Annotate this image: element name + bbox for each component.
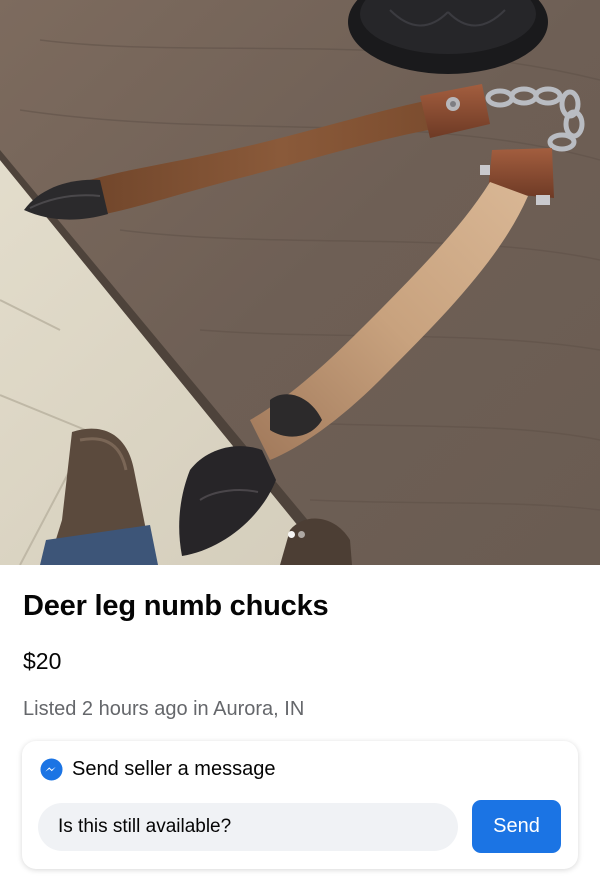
listing-photo-image xyxy=(0,0,600,565)
listing-title: Deer leg numb chucks xyxy=(23,590,329,622)
listing-meta: Listed 2 hours ago in Aurora, IN xyxy=(23,698,305,720)
carousel-dot[interactable] xyxy=(298,531,305,538)
message-header-label: Send seller a message xyxy=(72,758,276,780)
carousel-dot[interactable] xyxy=(288,531,295,538)
listing-price: $20 xyxy=(23,648,62,674)
carousel-dots xyxy=(288,531,305,538)
message-header: Send seller a message xyxy=(40,758,275,781)
send-button[interactable]: Send xyxy=(472,800,561,853)
message-input[interactable] xyxy=(38,803,458,851)
marketplace-listing-page: Deer leg numb chucks $20 Listed 2 hours … xyxy=(0,0,600,883)
messenger-icon xyxy=(40,758,63,781)
message-seller-card: Send seller a message Send xyxy=(22,741,578,869)
listing-photo[interactable] xyxy=(0,0,600,565)
